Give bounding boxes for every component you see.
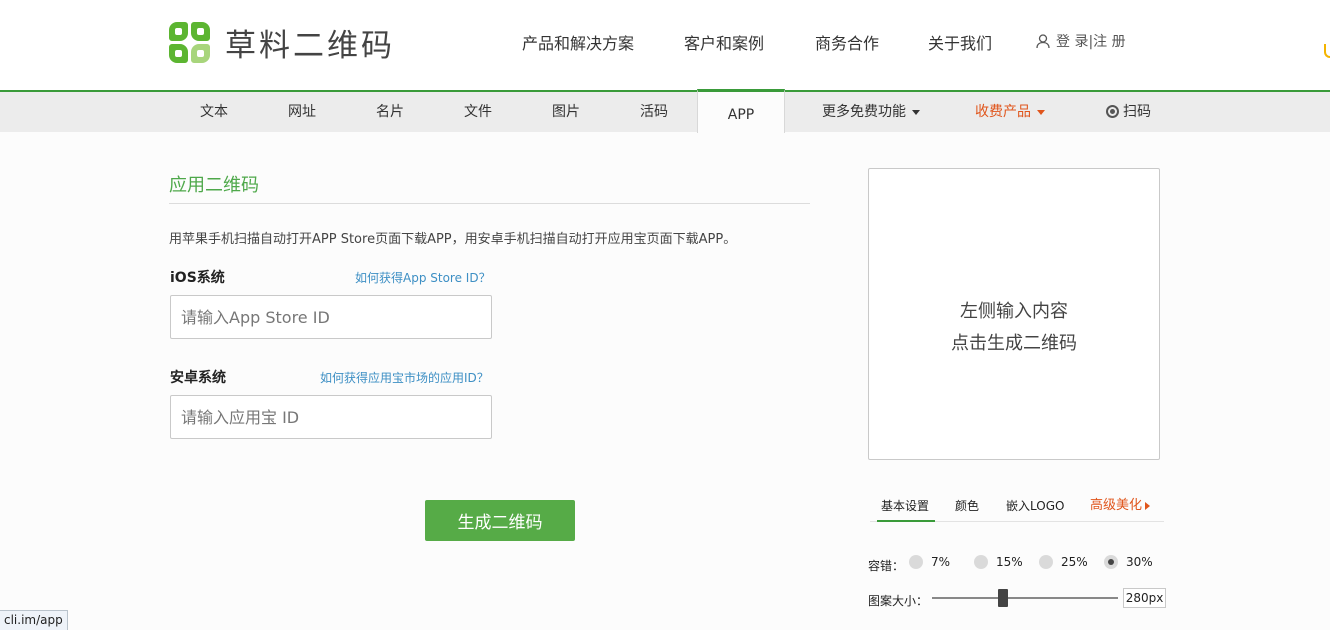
- scan-icon: [1106, 105, 1119, 118]
- login-register-label: 登 录|注 册: [1056, 34, 1126, 50]
- header: 草料二维码 产品和解决方案 客户和案例 商务合作 关于我们 登 录|注 册: [0, 0, 1330, 90]
- form-title: 应用二维码: [169, 175, 259, 196]
- tab-advanced-beautify[interactable]: 高级美化: [1090, 496, 1151, 522]
- ios-app-id-input[interactable]: [170, 295, 492, 339]
- ec-option-25[interactable]: 25%: [1039, 555, 1088, 569]
- ec-option-label: 30%: [1126, 555, 1153, 569]
- radio-icon: [909, 555, 923, 569]
- ios-help-link[interactable]: 如何获得App Store ID？: [355, 269, 491, 286]
- preview-hint-2: 点击生成二维码: [951, 333, 1077, 354]
- size-slider-handle[interactable]: [998, 589, 1008, 607]
- tab-file[interactable]: 文件: [446, 92, 510, 132]
- settings-tabs: 基本设置 颜色 嵌入LOGO 高级美化: [870, 496, 1164, 522]
- error-correction-label: 容错：: [868, 559, 905, 573]
- title-divider: [169, 203, 810, 204]
- brand-logo[interactable]: 草料二维码: [169, 20, 395, 65]
- size-slider-track[interactable]: [932, 597, 1118, 599]
- triangle-right-icon: [1145, 501, 1151, 510]
- advanced-label: 高级美化: [1090, 498, 1143, 513]
- tab-embed-logo[interactable]: 嵌入LOGO: [1006, 496, 1064, 522]
- nav-products[interactable]: 产品和解决方案: [522, 30, 634, 54]
- qr-preview: 左侧输入内容 点击生成二维码: [868, 168, 1160, 460]
- caret-down-icon: [912, 109, 920, 115]
- radio-selected-icon: [1104, 555, 1118, 569]
- tab-url[interactable]: 网址: [270, 92, 334, 132]
- ec-option-15[interactable]: 15%: [974, 555, 1023, 569]
- paid-products-menu[interactable]: 收费产品: [975, 92, 1055, 132]
- android-help-link[interactable]: 如何获得应用宝市场的应用ID？: [320, 369, 489, 386]
- preview-hint-1: 左侧输入内容: [960, 301, 1068, 322]
- form-description: 用苹果手机扫描自动打开APP Store页面下载APP，用安卓手机扫描自动打开应…: [169, 232, 737, 247]
- nav-about[interactable]: 关于我们: [928, 30, 992, 54]
- tab-text[interactable]: 文本: [182, 92, 246, 132]
- generate-qr-button[interactable]: 生成二维码: [425, 500, 575, 541]
- ec-option-7[interactable]: 7%: [909, 555, 950, 569]
- tab-basic-settings[interactable]: 基本设置: [877, 496, 936, 522]
- caret-down-icon: [1037, 109, 1045, 115]
- ec-option-label: 7%: [931, 555, 951, 569]
- login-register-link[interactable]: 登 录|注 册: [1036, 31, 1126, 51]
- tab-card[interactable]: 名片: [358, 92, 422, 132]
- ec-option-label: 25%: [1061, 555, 1088, 569]
- more-free-label: 更多免费功能: [822, 104, 906, 120]
- status-bar-url: cli.im/app: [0, 610, 68, 630]
- brand-name: 草料二维码: [225, 28, 395, 64]
- user-icon: [1036, 33, 1050, 48]
- android-app-id-input[interactable]: [170, 395, 492, 439]
- ec-option-label: 15%: [996, 555, 1023, 569]
- size-label: 图案大小：: [868, 594, 929, 608]
- nav-customers[interactable]: 客户和案例: [684, 30, 764, 54]
- ios-label: iOS系统: [170, 270, 225, 286]
- radio-icon: [974, 555, 988, 569]
- tab-color[interactable]: 颜色: [955, 496, 979, 522]
- size-value: 280px: [1123, 588, 1166, 608]
- more-free-menu[interactable]: 更多免费功能: [822, 92, 932, 132]
- logo-icon: [169, 21, 211, 64]
- tab-live-code[interactable]: 活码: [622, 92, 686, 132]
- android-label: 安卓系统: [170, 370, 226, 386]
- tab-app[interactable]: APP: [697, 89, 785, 133]
- tab-image[interactable]: 图片: [534, 92, 598, 132]
- sub-nav: 文本 网址 名片 文件 图片 活码 APP 更多免费功能 收费产品 扫码: [0, 89, 1330, 133]
- ec-option-30[interactable]: 30%: [1104, 555, 1153, 569]
- paid-products-label: 收费产品: [975, 104, 1031, 120]
- edge-decoration: [1324, 44, 1330, 58]
- scan-label: 扫码: [1123, 104, 1151, 120]
- nav-business[interactable]: 商务合作: [815, 30, 879, 54]
- scan-link[interactable]: 扫码: [1106, 92, 1166, 132]
- radio-icon: [1039, 555, 1053, 569]
